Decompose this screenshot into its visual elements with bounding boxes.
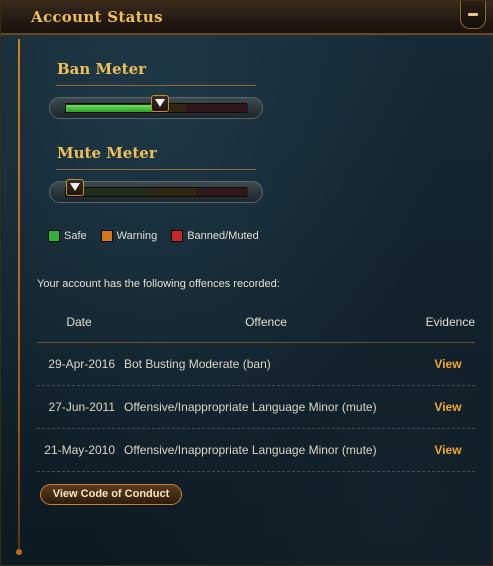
legend-label-safe: Safe (64, 230, 87, 242)
mute-meter-title: Mute Meter (57, 144, 157, 162)
ban-meter-banned-zone (186, 104, 248, 112)
view-code-of-conduct-button[interactable]: View Code of Conduct (40, 484, 182, 505)
mute-meter (49, 179, 263, 203)
offence-date: 21-May-2010 (44, 443, 115, 457)
table-header: Date Offence Evidence (37, 312, 475, 343)
offences-intro-text: Your account has the following offences … (37, 278, 280, 290)
view-evidence-link[interactable]: View (421, 443, 475, 457)
view-evidence-link[interactable]: View (421, 357, 475, 371)
ban-meter-title: Ban Meter (57, 60, 147, 78)
table-row: 21-May-2010 Offensive/Inappropriate Lang… (37, 429, 475, 472)
legend-swatch-warning (100, 230, 113, 242)
mute-meter-underline (56, 169, 256, 170)
account-status-panel: Account Status Ban Meter Mute Meter Safe (0, 0, 493, 566)
ban-meter-fill (66, 105, 160, 112)
title-bar: Account Status (1, 1, 493, 35)
meter-legend: Safe Warning Banned/Muted (48, 230, 273, 242)
legend-banned-muted: Banned/Muted (171, 230, 259, 242)
offences-table: Date Offence Evidence 29-Apr-2016 Bot Bu… (37, 312, 475, 472)
legend-swatch-banned-muted (171, 230, 184, 242)
mute-meter-track (65, 179, 248, 197)
view-evidence-link[interactable]: View (421, 400, 475, 414)
legend-warning: Warning (100, 230, 158, 242)
offence-description: Offensive/Inappropriate Language Minor (… (124, 443, 377, 457)
offence-date: 27-Jun-2011 (48, 400, 116, 414)
offence-description: Offensive/Inappropriate Language Minor (… (124, 400, 377, 414)
decorative-rail (16, 39, 22, 555)
table-row: 27-Jun-2011 Offensive/Inappropriate Lang… (37, 386, 475, 429)
table-row: 29-Apr-2016 Bot Busting Moderate (ban) V… (37, 343, 475, 386)
offence-description: Bot Busting Moderate (ban) (124, 357, 271, 371)
ban-meter-track (65, 95, 248, 113)
mute-meter-muted-zone (196, 188, 248, 196)
ban-meter-marker (151, 95, 169, 112)
column-header-date: Date (66, 315, 92, 329)
legend-label-warning: Warning (116, 230, 158, 242)
legend-label-banned-muted: Banned/Muted (187, 230, 259, 242)
legend-swatch-safe (48, 230, 60, 242)
offence-date: 29-Apr-2016 (48, 357, 115, 371)
mute-meter-marker (66, 179, 84, 196)
minimize-button[interactable] (460, 1, 486, 29)
ban-meter (49, 95, 263, 119)
window-title: Account Status (31, 8, 163, 26)
mute-meter-warning-zone (146, 188, 196, 196)
legend-safe: Safe (48, 230, 87, 242)
column-header-evidence: Evidence (425, 315, 475, 329)
column-header-offence: Offence (245, 315, 287, 329)
ban-meter-underline (56, 85, 256, 86)
